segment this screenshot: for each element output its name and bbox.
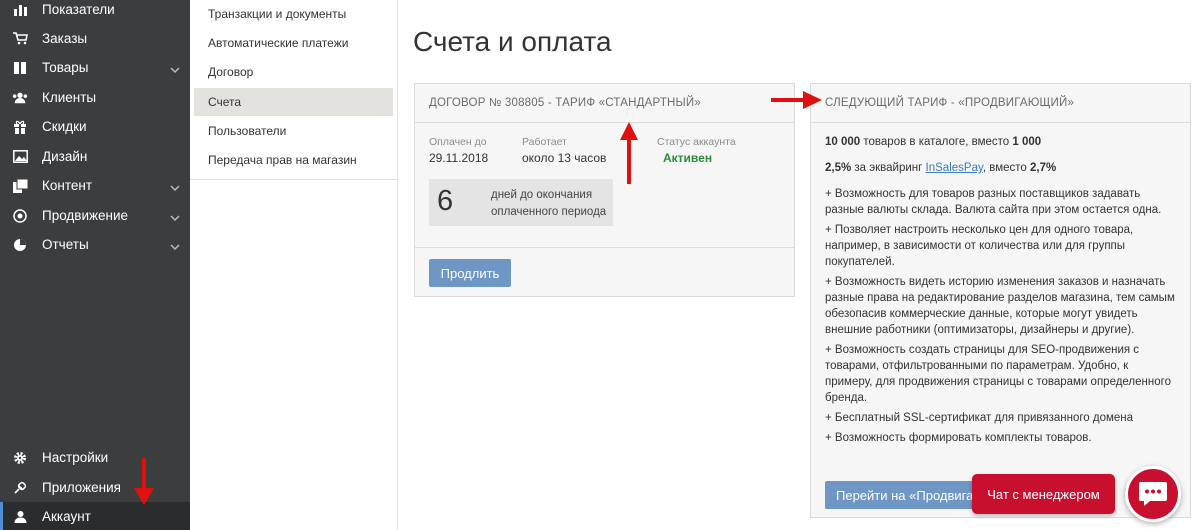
sidebar-item-apps[interactable]: Приложения xyxy=(0,473,190,502)
sidebar-item-account[interactable]: Аккаунт xyxy=(0,502,190,530)
chat-manager-button[interactable]: Чат с менеджером xyxy=(972,474,1115,514)
submenu-item-auto-payments[interactable]: Автоматические платежи xyxy=(194,29,393,57)
account-status-label: Статус аккаунта xyxy=(657,136,736,148)
products-limit-text: товаров в каталоге, вместо xyxy=(860,136,1013,148)
account-submenu: Транзакции и документы Автоматические пл… xyxy=(190,0,398,530)
sidebar-item-indicators[interactable]: Показатели xyxy=(0,0,190,24)
sidebar-item-label: Скидки xyxy=(42,119,87,134)
puzzle-icon xyxy=(12,480,28,496)
acquiring-line: 2,5% за эквайринг InSalesPay, вместо 2,7… xyxy=(825,160,1177,176)
sidebar-item-label: Клиенты xyxy=(42,90,97,105)
cart-icon xyxy=(12,31,28,47)
switch-tariff-button[interactable]: Перейти на «Продвигающий» xyxy=(825,481,995,509)
submenu-list: Транзакции и документы Автоматические пл… xyxy=(190,0,398,180)
acquiring-text: за эквайринг xyxy=(851,162,926,174)
next-tariff-body: 10 000 товаров в каталоге, вместо 1 000 … xyxy=(825,134,1177,450)
gift-icon xyxy=(12,119,28,135)
feature-item: + Возможность создать страницы для SEO-п… xyxy=(825,344,1171,404)
sidebar-item-label: Приложения xyxy=(42,480,121,495)
next-tariff-card: СЛЕДУЮЩИЙ ТАРИФ - «ПРОДВИГАЮЩИЙ» 10 000 … xyxy=(810,83,1191,518)
sidebar: Показатели Заказы Товары Клиенты Скидки … xyxy=(0,0,190,530)
days-remaining-text: дней до окончания оплаченного периода xyxy=(491,189,607,218)
chevron-down-icon xyxy=(170,239,180,254)
sidebar-item-label: Настройки xyxy=(42,450,109,465)
chat-open-button[interactable] xyxy=(1125,466,1181,522)
image-icon xyxy=(12,149,28,165)
acquiring-new: 2,5% xyxy=(825,162,852,174)
works-block: Работает около 13 часов xyxy=(522,136,606,165)
submenu-item-users[interactable]: Пользователи xyxy=(194,117,393,145)
feature-item: + Позволяет настроить несколько цен для … xyxy=(825,224,1134,268)
user-icon xyxy=(12,509,28,525)
sidebar-item-design[interactable]: Дизайн xyxy=(0,142,190,171)
days-remaining-box: 6 дней до окончания оплаченного периода xyxy=(429,179,613,226)
chevron-down-icon xyxy=(170,180,180,195)
submenu-item-transactions[interactable]: Транзакции и документы xyxy=(194,0,393,28)
products-limit-line: 10 000 товаров в каталоге, вместо 1 000 xyxy=(825,134,1177,150)
pie-chart-icon xyxy=(12,237,28,253)
users-icon xyxy=(12,90,28,106)
gear-icon xyxy=(12,450,28,466)
next-tariff-header: СЛЕДУЮЩИЙ ТАРИФ - «ПРОДВИГАЮЩИЙ» xyxy=(811,84,1190,123)
submenu-item-transfer-rights[interactable]: Передача прав на магазин xyxy=(194,146,393,174)
paid-until-value: 29.11.2018 xyxy=(429,151,489,165)
sidebar-item-promotion[interactable]: Продвижение xyxy=(0,201,190,230)
paid-until-label: Оплачен до xyxy=(429,136,487,148)
target-icon xyxy=(12,208,28,224)
book-icon xyxy=(12,60,28,76)
days-remaining-number: 6 xyxy=(437,185,454,217)
sidebar-item-label: Товары xyxy=(42,60,89,75)
works-label: Работает xyxy=(522,136,567,148)
account-status-block: Статус аккаунта Активен xyxy=(657,136,736,165)
submenu-item-contract[interactable]: Договор xyxy=(194,58,393,86)
content-icon xyxy=(12,178,28,194)
red-arrow-down-icon xyxy=(134,458,154,505)
contract-header: ДОГОВОР № 308805 - ТАРИФ «СТАНДАРТНЫЙ» xyxy=(415,84,794,123)
feature-item: + Возможность формировать комплекты това… xyxy=(825,432,1092,444)
sidebar-item-label: Контент xyxy=(42,178,93,193)
sidebar-item-content[interactable]: Контент xyxy=(0,171,190,200)
account-status-value: Активен xyxy=(663,151,713,165)
feature-item: + Возможность видеть историю изменения з… xyxy=(825,276,1175,336)
sidebar-item-label: Отчеты xyxy=(42,237,89,252)
sidebar-item-discounts[interactable]: Скидки xyxy=(0,112,190,141)
sidebar-item-label: Аккаунт xyxy=(42,509,91,524)
prolong-button[interactable]: Продлить xyxy=(429,259,511,287)
bar-chart-icon xyxy=(12,2,28,18)
sidebar-item-products[interactable]: Товары xyxy=(0,53,190,82)
chat-bubble-icon xyxy=(1139,482,1167,506)
feature-item: + Возможность для товаров разных поставщ… xyxy=(825,188,1162,216)
sidebar-item-clients[interactable]: Клиенты xyxy=(0,83,190,112)
sidebar-item-label: Показатели xyxy=(42,2,115,17)
products-limit-old: 1 000 xyxy=(1012,136,1042,148)
sidebar-item-label: Заказы xyxy=(42,31,88,46)
sidebar-item-label: Продвижение xyxy=(42,208,129,223)
acquiring-text-2: , вместо xyxy=(982,162,1031,174)
insalespay-link[interactable]: InSalesPay xyxy=(926,162,983,174)
sidebar-item-orders[interactable]: Заказы xyxy=(0,24,190,53)
card-divider xyxy=(415,247,794,248)
works-value: около 13 часов xyxy=(522,151,607,165)
acquiring-old: 2,7% xyxy=(1030,162,1057,174)
sidebar-item-label: Дизайн xyxy=(42,149,88,164)
sidebar-item-reports[interactable]: Отчеты xyxy=(0,230,190,259)
page-title: Счета и оплата xyxy=(413,26,612,57)
red-arrow-up-icon xyxy=(620,122,638,184)
red-arrow-right-icon xyxy=(771,91,822,109)
paid-until-block: Оплачен до 29.11.2018 xyxy=(429,136,488,165)
sidebar-item-settings[interactable]: Настройки xyxy=(0,443,190,472)
feature-item: + Бесплатный SSL-сертификат для привязан… xyxy=(825,412,1134,424)
chevron-down-icon xyxy=(170,62,180,77)
products-limit-new: 10 000 xyxy=(825,136,861,148)
submenu-item-invoices[interactable]: Счета xyxy=(194,88,393,116)
contract-card: ДОГОВОР № 308805 - ТАРИФ «СТАНДАРТНЫЙ» О… xyxy=(414,83,795,297)
chevron-down-icon xyxy=(170,210,180,225)
